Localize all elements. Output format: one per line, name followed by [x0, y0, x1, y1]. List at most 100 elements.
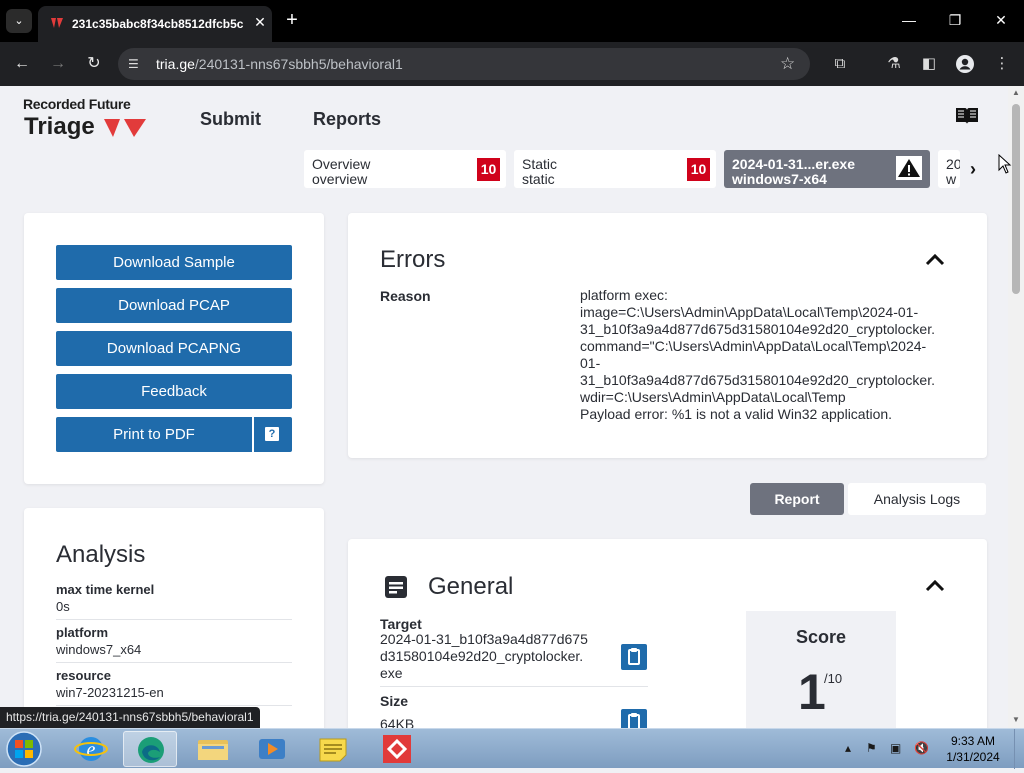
target-value: 2024-01-31_b10f3a9a4d877d675 d31580104e9…	[380, 631, 620, 682]
sticky-notes-icon[interactable]	[306, 731, 360, 767]
chevron-up-icon[interactable]	[925, 254, 945, 266]
errors-card: Errors Reason platform exec: image=C:\Us…	[348, 213, 987, 458]
download-pcapng-button[interactable]: Download PCAPNG	[56, 331, 292, 366]
forward-arrow-icon[interactable]: →	[46, 52, 70, 76]
scrollbar-thumb[interactable]	[1012, 104, 1020, 294]
download-sample-button[interactable]: Download Sample	[56, 245, 292, 280]
tab-behavioral1-label: 2024-01-31...er.exe	[732, 156, 855, 172]
browser-menu-icon[interactable]: ⋮	[992, 54, 1012, 74]
anydesk-icon[interactable]	[370, 731, 424, 767]
nav-reports[interactable]: Reports	[313, 109, 381, 130]
bookmark-star-icon[interactable]: ☆	[780, 54, 795, 74]
back-arrow-icon[interactable]: ←	[10, 52, 34, 76]
tab-overview[interactable]: Overview overview 10	[304, 150, 506, 188]
tab-behavioral2-label: 20	[946, 156, 960, 172]
reason-label: Reason	[380, 288, 431, 304]
score-label: Score	[795, 627, 847, 647]
size-value: 64KB	[380, 716, 415, 728]
error-line: command="C:\Users\Admin\AppData\Local\Te…	[580, 338, 927, 354]
error-line: 01-	[580, 355, 601, 371]
tab-static[interactable]: Static static 10	[514, 150, 716, 188]
analysis-logs-button[interactable]: Analysis Logs	[848, 483, 986, 515]
site-info-icon[interactable]: ☰	[128, 56, 144, 72]
divider	[380, 686, 648, 687]
error-line: image=C:\Users\Admin\AppData\Local\Temp\…	[580, 304, 919, 320]
analysis-value: windows7_x64	[56, 642, 142, 657]
report-button[interactable]: Report	[750, 483, 844, 515]
copy-size-button[interactable]	[621, 709, 647, 728]
tab-behavioral1-sublabel: windows7-x64	[732, 171, 827, 187]
file-explorer-icon[interactable]	[186, 731, 240, 767]
side-panel-icon[interactable]: ◧	[919, 54, 939, 74]
tab-static-sublabel: static	[522, 171, 555, 187]
error-line: Payload error: %1 is not a valid Win32 a…	[580, 406, 893, 422]
internet-explorer-icon[interactable]: e	[64, 731, 118, 767]
chevron-right-icon[interactable]: ›	[970, 159, 976, 180]
download-pcap-button[interactable]: Download PCAP	[56, 288, 292, 323]
address-bar[interactable]: ☰ tria.ge/240131-nns67sbbh5/behavioral1 …	[118, 48, 810, 80]
mouse-cursor-icon	[998, 154, 1012, 174]
print-help-button[interactable]: ?	[252, 417, 292, 452]
logo-triage[interactable]: Triage	[24, 113, 95, 141]
analysis-key: max time kernel	[56, 582, 155, 597]
browser-tab-bar: ⌄ 231c35babc8f34cb8512dfcb5c ✕ + — ❐ ✕	[0, 0, 1024, 42]
copy-target-button[interactable]	[621, 644, 647, 670]
tab-behavioral2[interactable]: 20 w	[938, 150, 960, 188]
tab-overview-label: Overview	[312, 156, 371, 172]
clipboard-icon	[628, 713, 640, 728]
browser-tab[interactable]: 231c35babc8f34cb8512dfcb5c ✕	[38, 6, 272, 42]
target-line: exe	[380, 665, 403, 681]
scroll-down-icon[interactable]: ▼	[1012, 715, 1020, 724]
analysis-key: resource	[56, 668, 111, 683]
divider	[56, 662, 292, 663]
taskbar: e ▴ ⚑ ▣ 🔇 9:33 AM 1/31/2024	[0, 728, 1024, 769]
extensions-icon[interactable]: ⧉	[830, 54, 850, 74]
warning-icon	[896, 156, 922, 180]
minimize-button[interactable]: —	[895, 9, 923, 31]
network-icon[interactable]: ▣	[890, 741, 901, 755]
analysis-value: win7-20231215-en	[56, 685, 164, 700]
scroll-up-icon[interactable]: ▲	[1012, 88, 1020, 97]
show-hidden-icons-icon[interactable]: ▴	[845, 741, 851, 755]
triage-logo-icon	[104, 119, 146, 137]
tab-behavioral1[interactable]: 2024-01-31...er.exe windows7-x64	[724, 150, 930, 188]
url-path: /240131-nns67sbbh5/behavioral1	[194, 56, 403, 72]
start-button-icon[interactable]	[4, 730, 44, 768]
analysis-title: Analysis	[56, 541, 146, 568]
general-card: General Target 2024-01-31_b10f3a9a4d877d…	[348, 539, 987, 728]
url-host: tria.ge	[156, 56, 195, 72]
browser-toolbar: ← → ↻ ☰ tria.ge/240131-nns67sbbh5/behavi…	[0, 42, 1024, 86]
divider	[56, 705, 292, 706]
system-clock[interactable]: 9:33 AM 1/31/2024	[936, 733, 1010, 765]
labs-flask-icon[interactable]: ⚗	[884, 54, 904, 74]
size-label: Size	[380, 693, 409, 709]
nav-submit[interactable]: Submit	[200, 109, 261, 130]
status-bar-url: https://tria.ge/240131-nns67sbbh5/behavi…	[0, 707, 260, 728]
logo-recorded-future[interactable]: Recorded Future	[23, 96, 131, 112]
chevron-up-icon[interactable]	[925, 580, 945, 592]
feedback-button[interactable]: Feedback	[56, 374, 292, 409]
error-message: platform exec: image=C:\Users\Admin\AppD…	[580, 287, 955, 423]
page-scrollbar[interactable]: ▲ ▼	[1008, 86, 1024, 728]
edge-browser-icon[interactable]	[123, 731, 177, 767]
target-line: d31580104e92d20_cryptolocker.	[380, 648, 584, 664]
clock-date: 1/31/2024	[946, 750, 1000, 764]
profile-avatar-icon[interactable]	[955, 54, 975, 74]
close-window-button[interactable]: ✕	[987, 9, 1015, 31]
media-player-icon[interactable]	[245, 731, 299, 767]
show-desktop-button[interactable]	[1014, 729, 1024, 769]
tab-close-icon[interactable]: ✕	[250, 12, 270, 32]
score-badge: 10	[687, 158, 710, 181]
url-text[interactable]: tria.ge/240131-nns67sbbh5/behavioral1	[156, 56, 403, 72]
print-pdf-button[interactable]: Print to PDF ?	[56, 417, 292, 452]
action-center-flag-icon[interactable]: ⚑	[866, 741, 877, 755]
tab-search-button[interactable]: ⌄	[6, 9, 32, 33]
restore-button[interactable]: ❐	[941, 9, 969, 31]
volume-muted-icon[interactable]: 🔇	[914, 741, 929, 755]
reload-icon[interactable]: ↻	[82, 52, 106, 76]
error-line: wdir=C:\Users\Admin\AppData\Local\Temp	[580, 389, 846, 405]
score-badge: 10	[477, 158, 500, 181]
new-tab-button[interactable]: +	[282, 10, 302, 30]
tab-title: 231c35babc8f34cb8512dfcb5c	[72, 17, 244, 31]
docs-book-icon[interactable]	[955, 106, 979, 126]
